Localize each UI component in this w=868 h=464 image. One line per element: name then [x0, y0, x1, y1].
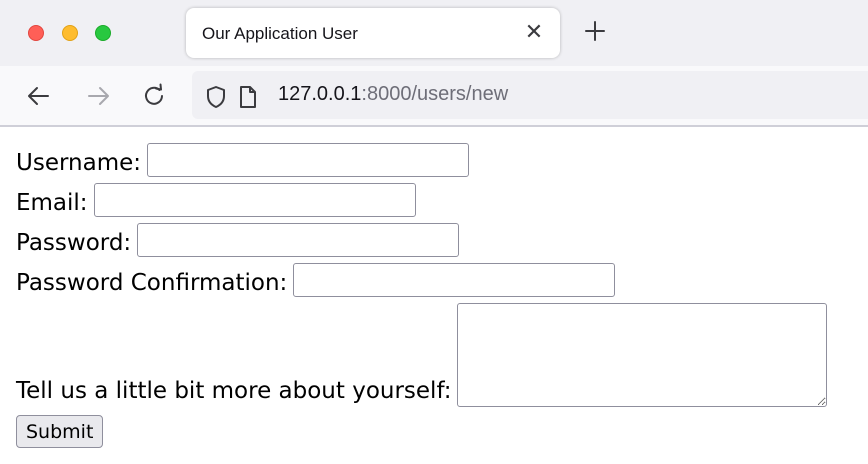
- email-label: Email:: [16, 190, 88, 216]
- arrow-right-icon[interactable]: [83, 80, 115, 112]
- about-row: Tell us a little bit more about yourself…: [16, 303, 868, 407]
- tab-title: Our Application User: [202, 24, 358, 43]
- password-label: Password:: [16, 230, 132, 256]
- browser-tab[interactable]: Our Application User ✕: [186, 8, 560, 58]
- address-bar[interactable]: 127.0.0.1:8000/users/new: [192, 71, 868, 119]
- page-icon[interactable]: [238, 85, 258, 114]
- username-label: Username:: [16, 150, 141, 176]
- url-path: :8000/users/new: [361, 83, 509, 105]
- username-row: Username:: [16, 143, 868, 177]
- url-text[interactable]: 127.0.0.1:8000/users/new: [278, 83, 508, 106]
- new-user-form: Username: Email: Password: Password Conf…: [16, 143, 868, 448]
- tab-strip: Our Application User ✕: [0, 0, 868, 66]
- navigation-toolbar: 127.0.0.1:8000/users/new: [0, 66, 868, 127]
- password-confirmation-field[interactable]: [293, 263, 616, 297]
- username-field[interactable]: [147, 143, 469, 177]
- password-row: Password:: [16, 223, 868, 257]
- window-minimize-button[interactable]: [62, 25, 78, 41]
- tab-close-icon[interactable]: ✕: [522, 19, 546, 44]
- plus-icon[interactable]: [580, 16, 610, 46]
- shield-icon[interactable]: [204, 85, 228, 114]
- window-close-button[interactable]: [28, 25, 44, 41]
- about-textarea[interactable]: [457, 303, 828, 407]
- password-field[interactable]: [137, 223, 460, 257]
- about-label: Tell us a little bit more about yourself…: [16, 378, 452, 404]
- email-row: Email:: [16, 183, 868, 217]
- window-maximize-button[interactable]: [95, 25, 111, 41]
- reload-icon[interactable]: [138, 80, 170, 112]
- arrow-left-icon[interactable]: [22, 80, 54, 112]
- submit-button[interactable]: Submit: [16, 415, 104, 448]
- password-confirmation-row: Password Confirmation:: [16, 263, 868, 297]
- email-field[interactable]: [93, 183, 416, 217]
- url-host: 127.0.0.1: [278, 83, 362, 105]
- password-confirmation-label: Password Confirmation:: [16, 270, 288, 296]
